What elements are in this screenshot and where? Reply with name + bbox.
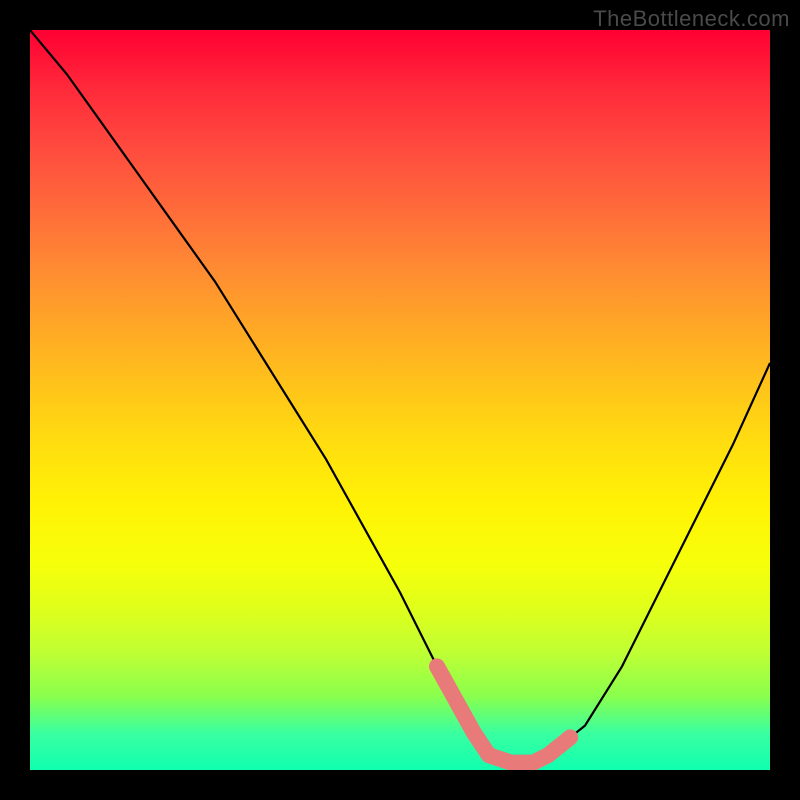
plot-area [30, 30, 770, 770]
highlight-band [437, 666, 570, 762]
highlight-segment [437, 666, 570, 762]
watermark-text: TheBottleneck.com [593, 6, 790, 32]
curve-svg [30, 30, 770, 770]
chart-frame: TheBottleneck.com [0, 0, 800, 800]
bottleneck-curve [30, 30, 770, 763]
